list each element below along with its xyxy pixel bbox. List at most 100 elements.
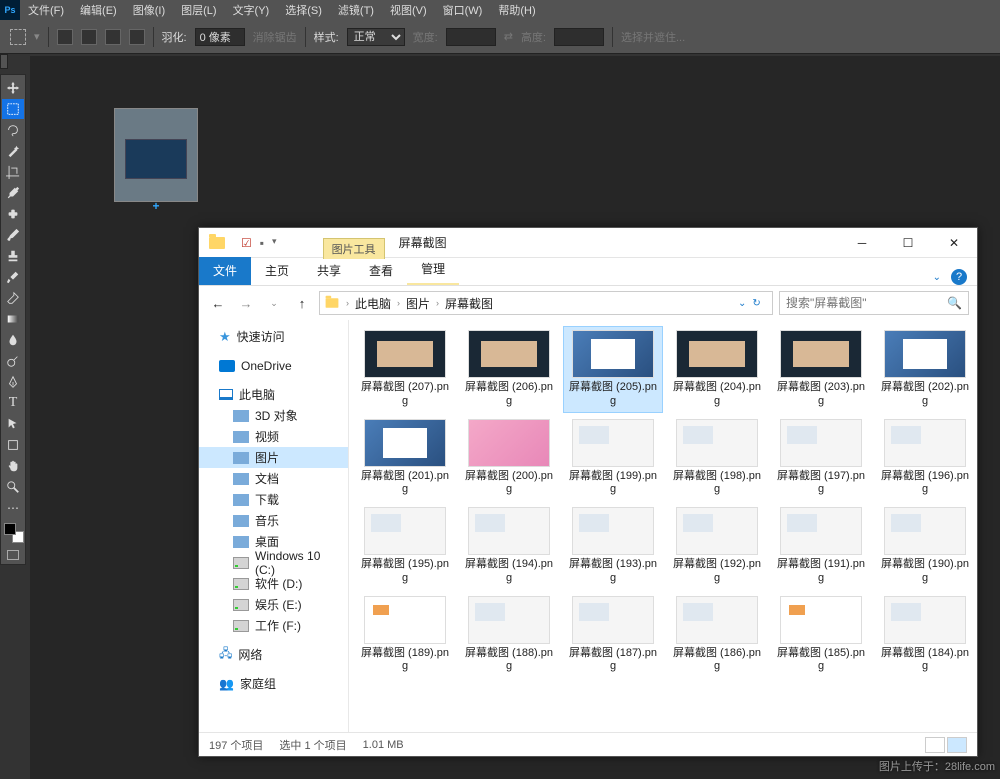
- file-item[interactable]: 屏幕截图 (202).png: [875, 326, 975, 413]
- qat-dropdown-icon[interactable]: ▾: [272, 236, 277, 250]
- search-box[interactable]: 🔍: [779, 291, 969, 315]
- file-item[interactable]: 屏幕截图 (195).png: [355, 503, 455, 590]
- dodge-tool-icon[interactable]: [2, 351, 24, 371]
- quickmask-icon[interactable]: [2, 548, 24, 562]
- maximize-button[interactable]: ☐: [885, 228, 931, 257]
- gradient-tool-icon[interactable]: [2, 309, 24, 329]
- nav-music[interactable]: 音乐: [199, 510, 348, 531]
- wand-tool-icon[interactable]: [2, 141, 24, 161]
- panel-tab[interactable]: [0, 54, 8, 69]
- qat-folder-icon[interactable]: ▪: [260, 236, 264, 250]
- file-item[interactable]: 屏幕截图 (206).png: [459, 326, 559, 413]
- lasso-tool-icon[interactable]: [2, 120, 24, 140]
- crop-tool-icon[interactable]: [2, 162, 24, 182]
- file-item[interactable]: 屏幕截图 (189).png: [355, 592, 455, 679]
- menu-item[interactable]: 选择(S): [277, 2, 330, 18]
- nav-quick-access[interactable]: ★快速访问: [199, 326, 348, 347]
- search-input[interactable]: [786, 296, 943, 310]
- menu-item[interactable]: 窗口(W): [435, 2, 491, 18]
- marquee-tool-icon[interactable]: [10, 29, 26, 45]
- document-window[interactable]: +: [114, 108, 198, 202]
- nav-homegroup[interactable]: 👥家庭组: [199, 673, 348, 694]
- more-tools-icon[interactable]: ⋯: [2, 498, 24, 518]
- file-item[interactable]: 屏幕截图 (199).png: [563, 415, 663, 502]
- view-details-icon[interactable]: [925, 737, 945, 753]
- type-tool-icon[interactable]: T: [2, 393, 24, 413]
- marquee-tool-icon[interactable]: [2, 99, 24, 119]
- menu-item[interactable]: 图像(I): [125, 2, 173, 18]
- file-item[interactable]: 屏幕截图 (194).png: [459, 503, 559, 590]
- blur-tool-icon[interactable]: [2, 330, 24, 350]
- help-icon[interactable]: ?: [951, 269, 967, 285]
- file-item[interactable]: 屏幕截图 (185).png: [771, 592, 871, 679]
- nav-downloads[interactable]: 下载: [199, 489, 348, 510]
- eraser-tool-icon[interactable]: [2, 288, 24, 308]
- close-button[interactable]: ✕: [931, 228, 977, 257]
- menu-item[interactable]: 文字(Y): [225, 2, 278, 18]
- file-item[interactable]: 屏幕截图 (190).png: [875, 503, 975, 590]
- menu-item[interactable]: 帮助(H): [490, 2, 543, 18]
- refresh-button[interactable]: ⌄↻: [738, 298, 768, 309]
- move-tool-icon[interactable]: [2, 78, 24, 98]
- add-selection-icon[interactable]: [81, 29, 97, 45]
- menu-item[interactable]: 视图(V): [382, 2, 435, 18]
- file-pane[interactable]: 屏幕截图 (207).png屏幕截图 (206).png屏幕截图 (205).p…: [349, 320, 977, 732]
- ribbon-collapse-icon[interactable]: ⌄: [933, 272, 941, 283]
- tab-home[interactable]: 主页: [251, 257, 303, 285]
- nav-network[interactable]: 🖧网络: [199, 644, 348, 665]
- menu-item[interactable]: 编辑(E): [72, 2, 125, 18]
- search-icon[interactable]: 🔍: [947, 296, 962, 310]
- nav-onedrive[interactable]: OneDrive: [199, 355, 348, 376]
- style-select[interactable]: 正常: [347, 28, 405, 46]
- file-item[interactable]: 屏幕截图 (207).png: [355, 326, 455, 413]
- file-item[interactable]: 屏幕截图 (191).png: [771, 503, 871, 590]
- tab-manage[interactable]: 管理: [407, 255, 459, 285]
- tab-share[interactable]: 共享: [303, 257, 355, 285]
- view-thumbs-icon[interactable]: [947, 737, 967, 753]
- file-item[interactable]: 屏幕截图 (187).png: [563, 592, 663, 679]
- breadcrumb-screenshots[interactable]: 屏幕截图: [445, 295, 493, 312]
- nav-pane[interactable]: ★快速访问 OneDrive 此电脑 3D 对象 视频 图片 文档 下载 音乐 …: [199, 320, 349, 732]
- nav-drive-e[interactable]: 娱乐 (E:): [199, 594, 348, 615]
- nav-drive-c[interactable]: Windows 10 (C:): [199, 552, 348, 573]
- file-item[interactable]: 屏幕截图 (188).png: [459, 592, 559, 679]
- file-item[interactable]: 屏幕截图 (186).png: [667, 592, 767, 679]
- nav-videos[interactable]: 视频: [199, 426, 348, 447]
- file-item[interactable]: 屏幕截图 (200).png: [459, 415, 559, 502]
- shape-tool-icon[interactable]: [2, 435, 24, 455]
- file-item[interactable]: 屏幕截图 (184).png: [875, 592, 975, 679]
- file-item[interactable]: 屏幕截图 (201).png: [355, 415, 455, 502]
- file-item[interactable]: 屏幕截图 (196).png: [875, 415, 975, 502]
- history-brush-tool-icon[interactable]: [2, 267, 24, 287]
- file-item[interactable]: 屏幕截图 (192).png: [667, 503, 767, 590]
- menu-item[interactable]: 图层(L): [173, 2, 224, 18]
- menu-item[interactable]: 滤镜(T): [330, 2, 382, 18]
- up-button[interactable]: ↑: [291, 292, 313, 314]
- file-item[interactable]: 屏幕截图 (204).png: [667, 326, 767, 413]
- back-button[interactable]: ←: [207, 292, 229, 314]
- hand-tool-icon[interactable]: [2, 456, 24, 476]
- feather-input[interactable]: [195, 28, 245, 46]
- file-item[interactable]: 屏幕截图 (203).png: [771, 326, 871, 413]
- file-item[interactable]: 屏幕截图 (198).png: [667, 415, 767, 502]
- stamp-tool-icon[interactable]: [2, 246, 24, 266]
- sub-selection-icon[interactable]: [105, 29, 121, 45]
- file-item[interactable]: 屏幕截图 (193).png: [563, 503, 663, 590]
- new-selection-icon[interactable]: [57, 29, 73, 45]
- path-select-tool-icon[interactable]: [2, 414, 24, 434]
- explorer-titlebar[interactable]: ☑ ▪ ▾ 图片工具 屏幕截图 ─ ☐ ✕: [199, 228, 977, 258]
- nav-3dobjects[interactable]: 3D 对象: [199, 405, 348, 426]
- nav-documents[interactable]: 文档: [199, 468, 348, 489]
- file-item[interactable]: 屏幕截图 (205).png: [563, 326, 663, 413]
- file-item[interactable]: 屏幕截图 (197).png: [771, 415, 871, 502]
- nav-thispc[interactable]: 此电脑: [199, 384, 348, 405]
- qat-check-icon[interactable]: ☑: [241, 236, 252, 250]
- eyedropper-tool-icon[interactable]: [2, 183, 24, 203]
- nav-drive-f[interactable]: 工作 (F:): [199, 615, 348, 636]
- recent-dropdown[interactable]: ⌄: [263, 292, 285, 314]
- breadcrumb-pictures[interactable]: 图片: [406, 295, 430, 312]
- pen-tool-icon[interactable]: [2, 372, 24, 392]
- menu-item[interactable]: 文件(F): [20, 2, 72, 18]
- color-swatch[interactable]: [3, 522, 25, 544]
- tab-view[interactable]: 查看: [355, 257, 407, 285]
